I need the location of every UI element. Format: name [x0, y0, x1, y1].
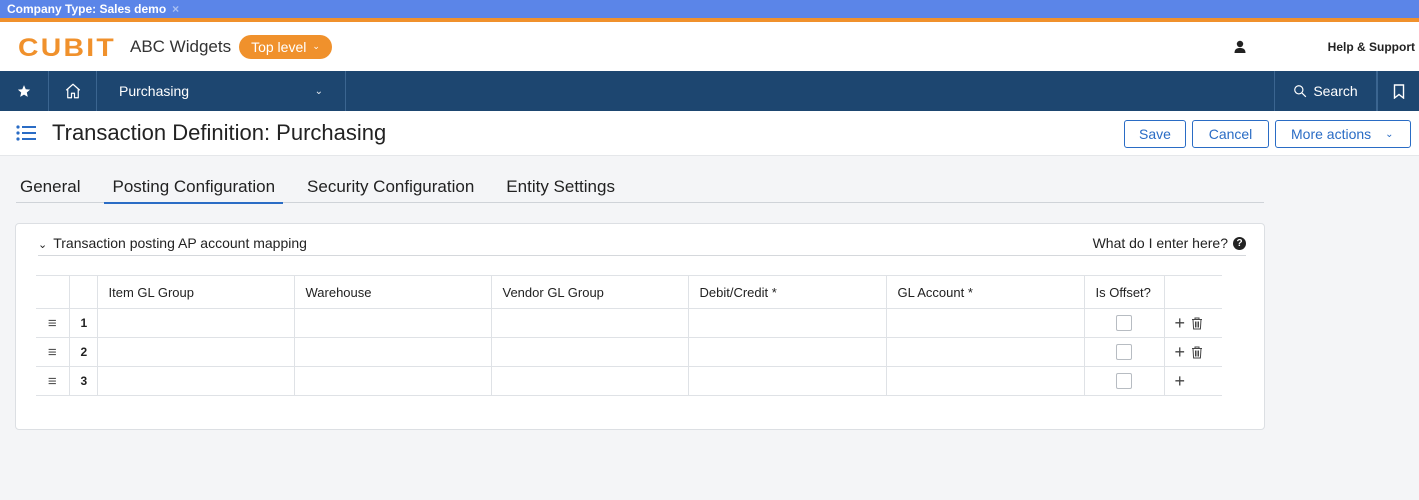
- module-selector[interactable]: Purchasing ⌄: [97, 71, 346, 111]
- debit-credit-cell[interactable]: [687, 337, 887, 367]
- panel-title[interactable]: Transaction posting AP account mapping: [53, 235, 307, 251]
- column-header: Debit/Credit *: [687, 275, 887, 309]
- ap-account-mapping-panel: ⌄ Transaction posting AP account mapping…: [15, 223, 1265, 430]
- gl-account-cell[interactable]: [885, 308, 1085, 338]
- company-type-label: Company Type: Sales demo: [7, 2, 167, 16]
- help-support-link[interactable]: Help & Support: [1328, 40, 1415, 54]
- tab-posting-configuration[interactable]: Posting Configuration: [104, 177, 283, 204]
- row-number: 1: [68, 308, 98, 338]
- column-header: Item GL Group: [96, 275, 295, 309]
- vendor-gl-group-cell[interactable]: [490, 366, 689, 396]
- tab-bar: General Posting Configuration Security C…: [16, 177, 1264, 204]
- company-type-banner: Company Type: Sales demo ×: [0, 0, 1419, 18]
- debit-credit-cell[interactable]: [687, 366, 887, 396]
- row-actions: +: [1163, 308, 1222, 338]
- page-actions: Save Cancel More actions ⌄: [1124, 120, 1411, 148]
- table-row: ≡ 1 +: [36, 308, 1222, 338]
- table-row: ≡ 3 +: [36, 366, 1222, 396]
- user-icon[interactable]: [1232, 39, 1248, 55]
- vendor-gl-group-cell[interactable]: [490, 337, 689, 367]
- main-navbar: Purchasing ⌄ Search: [0, 71, 1419, 111]
- warehouse-cell[interactable]: [293, 337, 492, 367]
- close-icon[interactable]: ×: [172, 2, 179, 16]
- page-title-row: Transaction Definition: Purchasing Save …: [0, 111, 1419, 156]
- module-label: Purchasing: [119, 83, 190, 99]
- question-icon: ?: [1233, 236, 1246, 250]
- app-header: CUBIT ABC Widgets Top level ⌄ Help & Sup…: [0, 22, 1419, 71]
- handle-column-header: [36, 275, 70, 309]
- bookmark-button[interactable]: [1377, 71, 1419, 111]
- search-icon: [1294, 85, 1307, 98]
- help-link-label: What do I enter here?: [1092, 235, 1228, 251]
- table-row: ≡ 2 +: [36, 337, 1222, 367]
- logo-mark: CUBIT: [18, 36, 116, 58]
- item-gl-group-cell[interactable]: [96, 337, 295, 367]
- table-header-row: Item GL Group Warehouse Vendor GL Group …: [36, 275, 1222, 309]
- plus-icon[interactable]: +: [1175, 372, 1186, 390]
- drag-handle-icon[interactable]: ≡: [36, 366, 70, 396]
- drag-handle-icon[interactable]: ≡: [36, 308, 70, 338]
- favorites-button[interactable]: [0, 71, 49, 111]
- row-actions: +: [1163, 337, 1222, 367]
- item-gl-group-cell[interactable]: [96, 366, 295, 396]
- item-gl-group-cell[interactable]: [96, 308, 295, 338]
- help-link[interactable]: What do I enter here? ?: [1093, 235, 1246, 251]
- debit-credit-cell[interactable]: [687, 308, 887, 338]
- column-header: Warehouse: [293, 275, 492, 309]
- level-label: Top level: [251, 38, 307, 55]
- search-label: Search: [1313, 83, 1358, 99]
- page-title: Transaction Definition: Purchasing: [52, 120, 387, 145]
- panel-header: ⌄ Transaction posting AP account mapping…: [38, 235, 1246, 256]
- save-button[interactable]: Save: [1124, 120, 1186, 148]
- trash-icon[interactable]: [1191, 346, 1203, 359]
- chevron-down-icon: ⌄: [314, 85, 323, 97]
- star-icon: [17, 85, 31, 97]
- svg-text:CUBIT: CUBIT: [18, 36, 116, 58]
- row-number-column-header: [68, 275, 98, 309]
- gl-account-cell[interactable]: [885, 337, 1085, 367]
- is-offset-checkbox[interactable]: [1116, 344, 1132, 361]
- row-actions: +: [1163, 366, 1222, 396]
- cubit-logo[interactable]: CUBIT: [18, 36, 118, 58]
- column-header: GL Account *: [885, 275, 1085, 309]
- home-icon: [65, 83, 80, 99]
- company-name: ABC Widgets: [130, 36, 232, 56]
- level-selector[interactable]: Top level ⌄: [239, 34, 332, 59]
- search-button[interactable]: Search: [1274, 71, 1377, 111]
- header-right: Help & Support: [1232, 22, 1415, 71]
- chevron-down-icon: ⌄: [1385, 128, 1394, 140]
- drag-handle-icon[interactable]: ≡: [36, 337, 70, 367]
- column-header: Vendor GL Group: [490, 275, 689, 309]
- cancel-button[interactable]: Cancel: [1192, 120, 1269, 148]
- gl-account-cell[interactable]: [885, 366, 1085, 396]
- actions-column-header: [1163, 275, 1222, 309]
- more-actions-button[interactable]: More actions ⌄: [1275, 120, 1411, 148]
- home-button[interactable]: [49, 71, 97, 111]
- chevron-down-icon: ⌄: [312, 41, 320, 51]
- trash-icon[interactable]: [1191, 317, 1203, 330]
- tab-entity-settings[interactable]: Entity Settings: [502, 177, 619, 203]
- tab-general[interactable]: General: [16, 177, 84, 203]
- is-offset-cell: [1083, 366, 1165, 396]
- is-offset-cell: [1083, 337, 1165, 367]
- more-actions-label: More actions: [1291, 126, 1372, 142]
- list-icon[interactable]: [16, 125, 36, 141]
- plus-icon[interactable]: +: [1175, 343, 1186, 361]
- mapping-table: Item GL Group Warehouse Vendor GL Group …: [36, 275, 1222, 396]
- column-header: Is Offset?: [1083, 275, 1165, 309]
- is-offset-checkbox[interactable]: [1116, 315, 1132, 332]
- warehouse-cell[interactable]: [293, 308, 492, 338]
- row-number: 2: [68, 337, 98, 367]
- row-number: 3: [68, 366, 98, 396]
- tab-security-configuration[interactable]: Security Configuration: [303, 177, 478, 203]
- warehouse-cell[interactable]: [293, 366, 492, 396]
- plus-icon[interactable]: +: [1175, 314, 1186, 332]
- bookmark-icon: [1393, 83, 1404, 99]
- chevron-down-icon[interactable]: ⌄: [38, 238, 47, 251]
- is-offset-cell: [1083, 308, 1165, 338]
- is-offset-checkbox[interactable]: [1116, 373, 1132, 390]
- vendor-gl-group-cell[interactable]: [490, 308, 689, 338]
